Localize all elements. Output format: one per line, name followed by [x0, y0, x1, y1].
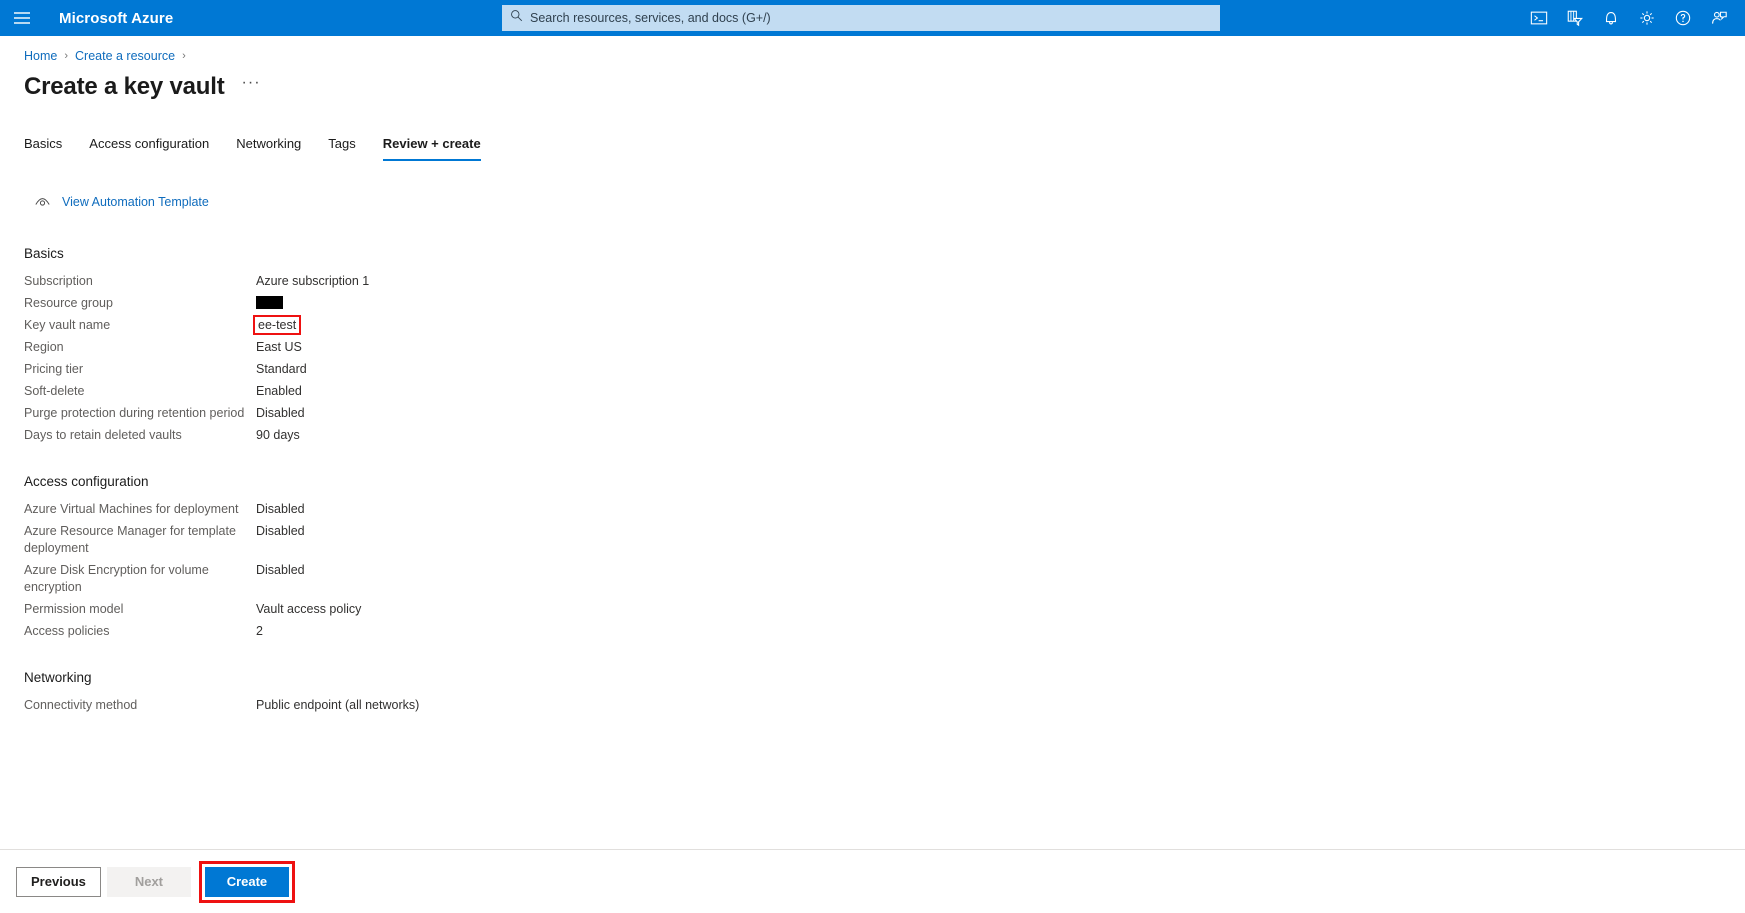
section-title-access-configuration: Access configuration: [24, 474, 149, 489]
top-bar-icon-group: [1521, 0, 1737, 36]
row-value: Disabled: [256, 524, 305, 538]
summary-row-soft-delete: Soft-delete Enabled: [24, 383, 1721, 400]
row-value: 2: [256, 624, 263, 638]
summary-row-purge-protection: Purge protection during retention period…: [24, 405, 1721, 422]
summary-row-key-vault-name: Key vault name ee-test: [24, 315, 1721, 335]
help-question-icon[interactable]: [1665, 0, 1701, 36]
row-value: Azure subscription 1: [256, 274, 370, 288]
tab-tags[interactable]: Tags: [328, 136, 355, 161]
summary-row-access-policies: Access policies 2: [24, 623, 1721, 640]
row-label: Region: [24, 340, 64, 354]
row-label: Key vault name: [24, 318, 111, 332]
row-label: Pricing tier: [24, 362, 84, 376]
row-value: Enabled: [256, 384, 302, 398]
row-value: 90 days: [256, 428, 300, 442]
row-label: Subscription: [24, 274, 93, 288]
row-label: Permission model: [24, 602, 124, 616]
summary-row-resource-group: Resource group: [24, 295, 1721, 312]
next-button: Next: [106, 866, 191, 897]
tab-review-create[interactable]: Review + create: [382, 136, 481, 161]
settings-gear-icon[interactable]: [1629, 0, 1665, 36]
page-title: Create a key vault: [24, 73, 225, 100]
section-title-basics: Basics: [24, 246, 64, 261]
row-value-wrap: ee-test: [253, 315, 302, 335]
row-label: Purge protection during retention period: [24, 406, 245, 420]
highlight-box-create-button: Create: [198, 860, 295, 903]
tab-basics[interactable]: Basics: [24, 136, 62, 161]
directories-subscriptions-icon[interactable]: [1557, 0, 1593, 36]
row-label: Days to retain deleted vaults: [24, 428, 182, 442]
global-search-box[interactable]: [502, 5, 1220, 31]
create-button[interactable]: Create: [204, 866, 289, 897]
view-automation-template-label: View Automation Template: [62, 195, 209, 209]
row-value: Disabled: [256, 563, 305, 577]
command-bar: View Automation Template: [35, 191, 1721, 213]
section-basics: Basics Subscription Azure subscription 1…: [24, 246, 1721, 444]
feedback-person-icon[interactable]: [1701, 0, 1737, 36]
tab-access-configuration[interactable]: Access configuration: [89, 136, 209, 161]
row-value-redacted: [256, 295, 283, 312]
breadcrumb-item-home[interactable]: Home: [24, 49, 57, 63]
summary-row-region: Region East US: [24, 339, 1721, 356]
azure-brand-link[interactable]: Microsoft Azure: [59, 10, 173, 27]
wizard-tabs: Basics Access configuration Networking T…: [24, 129, 1721, 161]
summary-row-pricing-tier: Pricing tier Standard: [24, 361, 1721, 378]
row-label: Azure Virtual Machines for deployment: [24, 502, 239, 516]
row-label: Resource group: [24, 296, 113, 310]
breadcrumb-separator-icon: ›: [182, 49, 186, 62]
breadcrumb: Home › Create a resource ›: [24, 36, 1721, 63]
redaction-bar: [256, 296, 283, 310]
row-value: Vault access policy: [256, 602, 362, 616]
summary-row-days-to-retain: Days to retain deleted vaults 90 days: [24, 427, 1721, 444]
page-content: Home › Create a resource › Create a key …: [0, 36, 1745, 714]
notifications-bell-icon[interactable]: [1593, 0, 1629, 36]
summary-row-permission-model: Permission model Vault access policy: [24, 601, 1721, 618]
row-value: Disabled: [256, 502, 305, 516]
row-label: Access policies: [24, 624, 110, 638]
summary-row-subscription: Subscription Azure subscription 1: [24, 273, 1721, 290]
wizard-footer: Previous Next Create: [0, 849, 1745, 913]
search-icon: [510, 9, 530, 27]
row-value: East US: [256, 340, 302, 354]
breadcrumb-item-create-a-resource[interactable]: Create a resource: [75, 49, 175, 63]
search-input[interactable]: [530, 5, 1212, 31]
eye-icon: [35, 197, 50, 208]
summary-row-azure-disk-encryption: Azure Disk Encryption for volume encrypt…: [24, 562, 1721, 596]
row-label: Connectivity method: [24, 698, 138, 712]
cloud-shell-icon[interactable]: [1521, 0, 1557, 36]
row-label: Azure Resource Manager for template depl…: [24, 524, 236, 555]
row-value: Public endpoint (all networks): [256, 698, 420, 712]
hamburger-icon[interactable]: [0, 0, 44, 36]
row-label: Soft-delete: [24, 384, 85, 398]
row-label: Azure Disk Encryption for volume encrypt…: [24, 563, 209, 594]
summary-row-connectivity-method: Connectivity method Public endpoint (all…: [24, 697, 1721, 714]
section-title-networking: Networking: [24, 670, 92, 685]
row-value: Disabled: [256, 406, 305, 420]
top-navigation-bar: Microsoft Azure: [0, 0, 1745, 36]
section-networking: Networking Connectivity method Public en…: [24, 670, 1721, 714]
summary-row-azure-virtual-machines: Azure Virtual Machines for deployment Di…: [24, 501, 1721, 518]
tab-networking[interactable]: Networking: [236, 136, 301, 161]
section-access-configuration: Access configuration Azure Virtual Machi…: [24, 474, 1721, 640]
summary-row-azure-resource-manager: Azure Resource Manager for template depl…: [24, 523, 1721, 557]
breadcrumb-separator-icon: ›: [64, 49, 69, 62]
highlight-box-key-vault-name: ee-test: [253, 315, 302, 335]
row-value: Standard: [256, 362, 307, 376]
view-automation-template-button[interactable]: View Automation Template: [35, 195, 209, 209]
page-title-row: Create a key vault ···: [24, 70, 1721, 104]
more-actions-icon[interactable]: ···: [242, 74, 261, 100]
previous-button[interactable]: Previous: [16, 866, 101, 897]
